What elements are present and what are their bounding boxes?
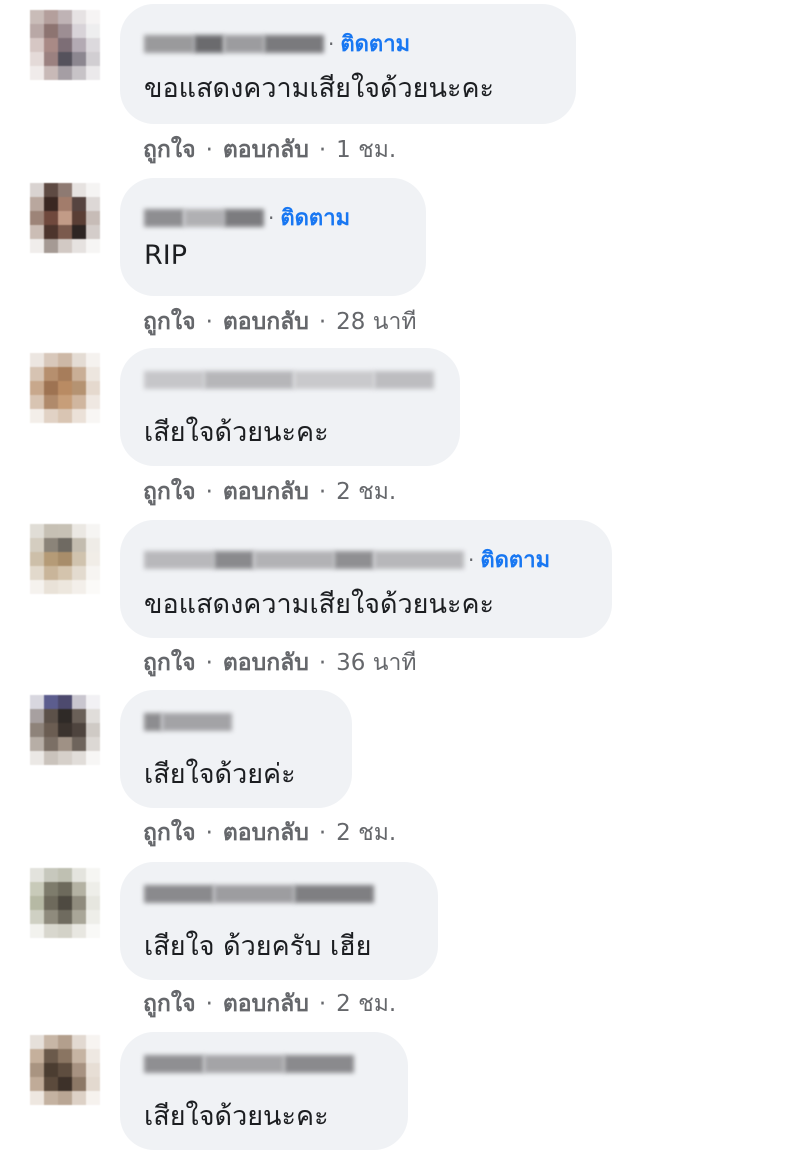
comment-bubble: เสียใจด้วยค่ะ [120, 690, 352, 808]
comment-text: เสียใจด้วยนะคะ [144, 417, 329, 448]
avatar[interactable] [30, 695, 100, 765]
comment-text: เสียใจ ด้วยครับ เฮีย [144, 931, 372, 962]
comment-text: เสียใจด้วยนะคะ [144, 1101, 329, 1132]
comment-actions: ถูกใจ · ตอบกลับ · 2 ชม. [143, 479, 397, 505]
avatar[interactable] [30, 353, 100, 423]
like-link[interactable]: ถูกใจ [143, 137, 196, 163]
timestamp[interactable]: 2 ชม. [336, 479, 396, 505]
comment-bubble: เสียใจด้วยนะคะ [120, 348, 460, 466]
author-name[interactable] [144, 208, 264, 228]
comment-actions: ถูกใจ · ตอบกลับ · 2 ชม. [143, 991, 397, 1017]
reply-link[interactable]: ตอบกลับ [223, 479, 309, 505]
comment-bubble: · ติดตาม ขอแสดงความเสียใจด้วยนะคะ [120, 4, 576, 124]
like-link[interactable]: ถูกใจ [143, 309, 196, 335]
author-name[interactable] [144, 884, 374, 904]
comment-bubble: · ติดตาม RIP [120, 178, 426, 296]
follow-link[interactable]: ติดตาม [280, 200, 350, 235]
comment-text: ขอแสดงความเสียใจด้วยนะคะ [144, 589, 495, 620]
author-name[interactable] [144, 712, 232, 732]
author-name[interactable] [144, 550, 464, 570]
reply-link[interactable]: ตอบกลับ [223, 991, 309, 1017]
comment-bubble: · ติดตาม ขอแสดงความเสียใจด้วยนะคะ [120, 520, 612, 638]
author-name[interactable] [144, 1054, 354, 1074]
reply-link[interactable]: ตอบกลับ [223, 137, 309, 163]
like-link[interactable]: ถูกใจ [143, 479, 196, 505]
avatar[interactable] [30, 183, 100, 253]
comment-text: เสียใจด้วยค่ะ [144, 759, 296, 790]
reply-link[interactable]: ตอบกลับ [223, 309, 309, 335]
comment-bubble: เสียใจด้วยนะคะ [120, 1032, 408, 1150]
like-link[interactable]: ถูกใจ [143, 991, 196, 1017]
timestamp[interactable]: 1 ชม. [336, 137, 396, 163]
like-link[interactable]: ถูกใจ [143, 650, 196, 676]
avatar[interactable] [30, 1035, 100, 1105]
like-link[interactable]: ถูกใจ [143, 820, 196, 846]
timestamp[interactable]: 28 นาที [336, 309, 416, 335]
follow-link[interactable]: ติดตาม [340, 26, 410, 61]
author-name[interactable] [144, 370, 434, 390]
comment-actions: ถูกใจ · ตอบกลับ · 1 ชม. [143, 137, 397, 163]
timestamp[interactable]: 2 ชม. [336, 991, 396, 1017]
comment-text: RIP [144, 240, 188, 271]
author-name[interactable] [144, 34, 324, 54]
reply-link[interactable]: ตอบกลับ [223, 650, 309, 676]
comment-actions: ถูกใจ · ตอบกลับ · 2 ชม. [143, 820, 397, 846]
timestamp[interactable]: 2 ชม. [336, 820, 396, 846]
comment-actions: ถูกใจ · ตอบกลับ · 28 นาที [143, 309, 417, 335]
avatar[interactable] [30, 524, 100, 594]
avatar[interactable] [30, 868, 100, 938]
comment-actions: ถูกใจ · ตอบกลับ · 36 นาที [143, 650, 417, 676]
avatar[interactable] [30, 10, 100, 80]
timestamp[interactable]: 36 นาที [336, 650, 416, 676]
reply-link[interactable]: ตอบกลับ [223, 820, 309, 846]
comment-text: ขอแสดงความเสียใจด้วยนะคะ [144, 73, 495, 104]
comment-bubble: เสียใจ ด้วยครับ เฮีย [120, 862, 438, 980]
follow-link[interactable]: ติดตาม [480, 542, 550, 577]
